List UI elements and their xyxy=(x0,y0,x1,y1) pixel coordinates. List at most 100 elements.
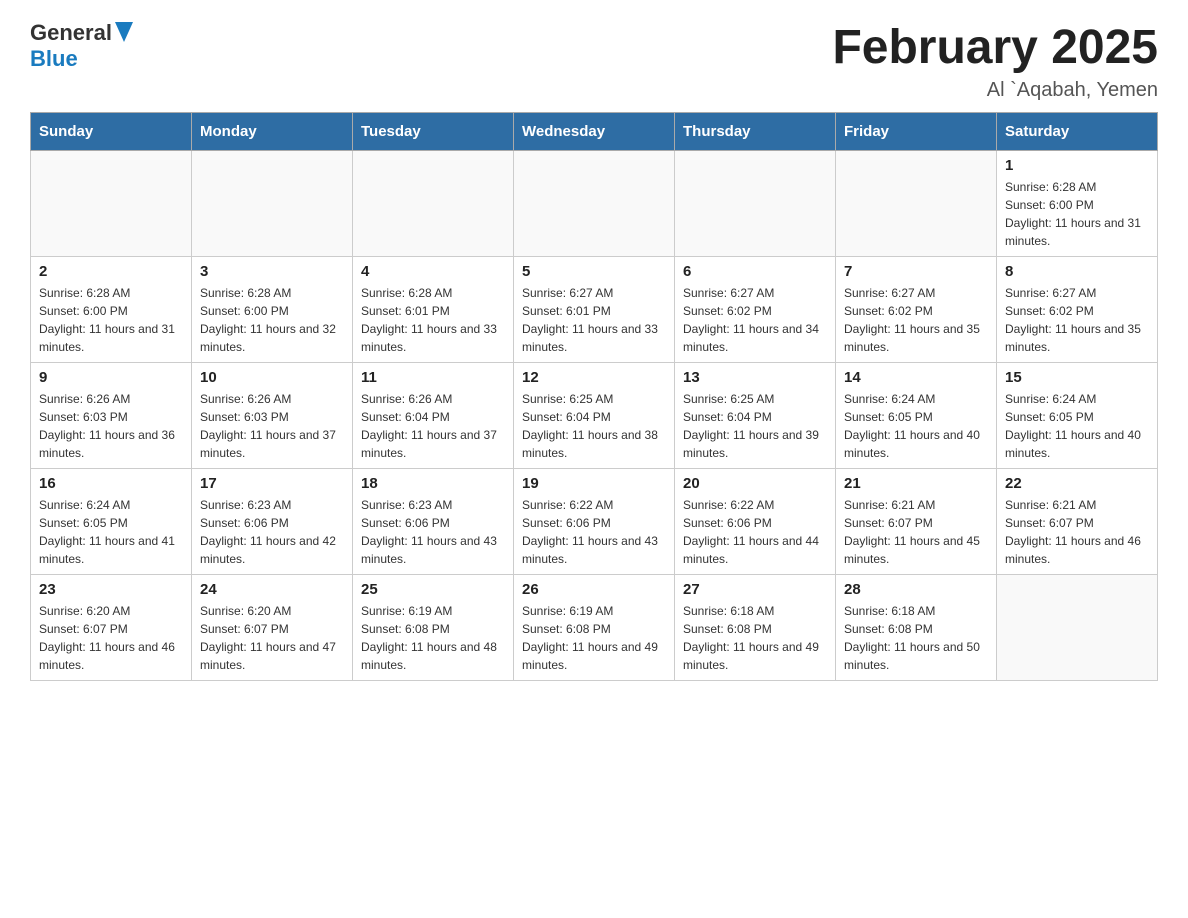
day-number: 25 xyxy=(361,581,505,598)
day-of-week-header: Friday xyxy=(836,113,997,151)
day-number: 9 xyxy=(39,369,183,386)
calendar-day-cell xyxy=(836,151,997,257)
calendar-week-row: 9 Sunrise: 6:26 AMSunset: 6:03 PMDaylight… xyxy=(31,363,1158,469)
calendar-day-cell: 14 Sunrise: 6:24 AMSunset: 6:05 PMDayligh… xyxy=(836,363,997,469)
day-info: Sunrise: 6:26 AMSunset: 6:04 PMDaylight:… xyxy=(361,390,505,462)
day-number: 17 xyxy=(200,475,344,492)
day-of-week-header: Monday xyxy=(192,113,353,151)
day-info: Sunrise: 6:28 AMSunset: 6:00 PMDaylight:… xyxy=(1005,178,1149,250)
calendar-day-cell xyxy=(192,151,353,257)
day-info: Sunrise: 6:28 AMSunset: 6:01 PMDaylight:… xyxy=(361,284,505,356)
calendar-day-cell: 10 Sunrise: 6:26 AMSunset: 6:03 PMDayligh… xyxy=(192,363,353,469)
logo: General Blue xyxy=(30,20,133,72)
day-number: 23 xyxy=(39,581,183,598)
day-info: Sunrise: 6:21 AMSunset: 6:07 PMDaylight:… xyxy=(1005,496,1149,568)
logo-blue-text: Blue xyxy=(30,46,78,72)
day-info: Sunrise: 6:27 AMSunset: 6:02 PMDaylight:… xyxy=(1005,284,1149,356)
calendar-day-cell: 25 Sunrise: 6:19 AMSunset: 6:08 PMDayligh… xyxy=(353,575,514,681)
calendar-day-cell: 13 Sunrise: 6:25 AMSunset: 6:04 PMDayligh… xyxy=(675,363,836,469)
day-info: Sunrise: 6:20 AMSunset: 6:07 PMDaylight:… xyxy=(39,602,183,674)
subtitle: Al `Aqabah, Yemen xyxy=(832,79,1158,102)
calendar-day-cell xyxy=(675,151,836,257)
calendar-day-cell: 28 Sunrise: 6:18 AMSunset: 6:08 PMDayligh… xyxy=(836,575,997,681)
day-info: Sunrise: 6:28 AMSunset: 6:00 PMDaylight:… xyxy=(39,284,183,356)
day-number: 14 xyxy=(844,369,988,386)
calendar-day-cell: 7 Sunrise: 6:27 AMSunset: 6:02 PMDaylight… xyxy=(836,257,997,363)
day-info: Sunrise: 6:19 AMSunset: 6:08 PMDaylight:… xyxy=(361,602,505,674)
day-of-week-header: Thursday xyxy=(675,113,836,151)
day-number: 28 xyxy=(844,581,988,598)
day-info: Sunrise: 6:25 AMSunset: 6:04 PMDaylight:… xyxy=(683,390,827,462)
day-info: Sunrise: 6:23 AMSunset: 6:06 PMDaylight:… xyxy=(361,496,505,568)
calendar-week-row: 23 Sunrise: 6:20 AMSunset: 6:07 PMDayligh… xyxy=(31,575,1158,681)
calendar-day-cell xyxy=(31,151,192,257)
calendar-day-cell: 12 Sunrise: 6:25 AMSunset: 6:04 PMDayligh… xyxy=(514,363,675,469)
calendar-day-cell xyxy=(353,151,514,257)
day-number: 7 xyxy=(844,263,988,280)
calendar-day-cell: 26Sunrise: 6:19 AMSunset: 6:08 PMDayligh… xyxy=(514,575,675,681)
day-number: 10 xyxy=(200,369,344,386)
calendar-day-cell: 5 Sunrise: 6:27 AMSunset: 6:01 PMDaylight… xyxy=(514,257,675,363)
day-number: 27 xyxy=(683,581,827,598)
calendar-day-cell: 1 Sunrise: 6:28 AMSunset: 6:00 PMDaylight… xyxy=(997,151,1158,257)
calendar-week-row: 1 Sunrise: 6:28 AMSunset: 6:00 PMDaylight… xyxy=(31,151,1158,257)
day-info: Sunrise: 6:27 AMSunset: 6:02 PMDaylight:… xyxy=(844,284,988,356)
calendar-week-row: 16Sunrise: 6:24 AMSunset: 6:05 PMDayligh… xyxy=(31,469,1158,575)
day-info: Sunrise: 6:21 AMSunset: 6:07 PMDaylight:… xyxy=(844,496,988,568)
calendar-day-cell: 9Sunrise: 6:26 AMSunset: 6:03 PMDaylight… xyxy=(31,363,192,469)
day-info: Sunrise: 6:25 AMSunset: 6:04 PMDaylight:… xyxy=(522,390,666,462)
calendar-day-cell: 21 Sunrise: 6:21 AMSunset: 6:07 PMDayligh… xyxy=(836,469,997,575)
day-number: 13 xyxy=(683,369,827,386)
day-number: 12 xyxy=(522,369,666,386)
day-of-week-header: Wednesday xyxy=(514,113,675,151)
day-number: 4 xyxy=(361,263,505,280)
calendar-day-cell: 20 Sunrise: 6:22 AMSunset: 6:06 PMDayligh… xyxy=(675,469,836,575)
day-number: 21 xyxy=(844,475,988,492)
calendar-day-cell xyxy=(514,151,675,257)
day-number: 8 xyxy=(1005,263,1149,280)
day-number: 24 xyxy=(200,581,344,598)
day-number: 11 xyxy=(361,369,505,386)
calendar-day-cell: 16Sunrise: 6:24 AMSunset: 6:05 PMDayligh… xyxy=(31,469,192,575)
calendar-day-cell: 19 Sunrise: 6:22 AMSunset: 6:06 PMDayligh… xyxy=(514,469,675,575)
day-info: Sunrise: 6:22 AMSunset: 6:06 PMDaylight:… xyxy=(522,496,666,568)
calendar-body: 1 Sunrise: 6:28 AMSunset: 6:00 PMDaylight… xyxy=(31,151,1158,681)
calendar-day-cell: 15Sunrise: 6:24 AMSunset: 6:05 PMDayligh… xyxy=(997,363,1158,469)
calendar-day-cell: 17 Sunrise: 6:23 AMSunset: 6:06 PMDayligh… xyxy=(192,469,353,575)
day-of-week-header: Saturday xyxy=(997,113,1158,151)
day-info: Sunrise: 6:28 AMSunset: 6:00 PMDaylight:… xyxy=(200,284,344,356)
day-info: Sunrise: 6:26 AMSunset: 6:03 PMDaylight:… xyxy=(200,390,344,462)
day-number: 19 xyxy=(522,475,666,492)
title-block: February 2025 Al `Aqabah, Yemen xyxy=(832,20,1158,102)
day-number: 5 xyxy=(522,263,666,280)
logo-general-text: General xyxy=(30,20,112,46)
main-title: February 2025 xyxy=(832,20,1158,75)
calendar-day-cell: 3 Sunrise: 6:28 AMSunset: 6:00 PMDaylight… xyxy=(192,257,353,363)
calendar-week-row: 2Sunrise: 6:28 AMSunset: 6:00 PMDaylight… xyxy=(31,257,1158,363)
day-number: 3 xyxy=(200,263,344,280)
days-of-week-row: SundayMondayTuesdayWednesdayThursdayFrid… xyxy=(31,113,1158,151)
calendar-day-cell: 18 Sunrise: 6:23 AMSunset: 6:06 PMDayligh… xyxy=(353,469,514,575)
day-number: 15 xyxy=(1005,369,1149,386)
calendar-day-cell: 4 Sunrise: 6:28 AMSunset: 6:01 PMDaylight… xyxy=(353,257,514,363)
day-info: Sunrise: 6:18 AMSunset: 6:08 PMDaylight:… xyxy=(683,602,827,674)
day-of-week-header: Sunday xyxy=(31,113,192,151)
calendar-day-cell: 11 Sunrise: 6:26 AMSunset: 6:04 PMDayligh… xyxy=(353,363,514,469)
day-number: 20 xyxy=(683,475,827,492)
day-number: 18 xyxy=(361,475,505,492)
calendar-day-cell: 6Sunrise: 6:27 AMSunset: 6:02 PMDaylight… xyxy=(675,257,836,363)
calendar-day-cell xyxy=(997,575,1158,681)
day-info: Sunrise: 6:18 AMSunset: 6:08 PMDaylight:… xyxy=(844,602,988,674)
day-number: 1 xyxy=(1005,157,1149,174)
day-number: 22 xyxy=(1005,475,1149,492)
calendar-day-cell: 22 Sunrise: 6:21 AMSunset: 6:07 PMDayligh… xyxy=(997,469,1158,575)
page-header: General Blue February 2025 Al `Aqabah, Y… xyxy=(30,20,1158,102)
day-info: Sunrise: 6:27 AMSunset: 6:01 PMDaylight:… xyxy=(522,284,666,356)
day-info: Sunrise: 6:19 AMSunset: 6:08 PMDaylight:… xyxy=(522,602,666,674)
day-info: Sunrise: 6:24 AMSunset: 6:05 PMDaylight:… xyxy=(844,390,988,462)
calendar-header: SundayMondayTuesdayWednesdayThursdayFrid… xyxy=(31,113,1158,151)
day-info: Sunrise: 6:24 AMSunset: 6:05 PMDaylight:… xyxy=(39,496,183,568)
day-info: Sunrise: 6:23 AMSunset: 6:06 PMDaylight:… xyxy=(200,496,344,568)
day-info: Sunrise: 6:22 AMSunset: 6:06 PMDaylight:… xyxy=(683,496,827,568)
calendar-day-cell: 8 Sunrise: 6:27 AMSunset: 6:02 PMDaylight… xyxy=(997,257,1158,363)
